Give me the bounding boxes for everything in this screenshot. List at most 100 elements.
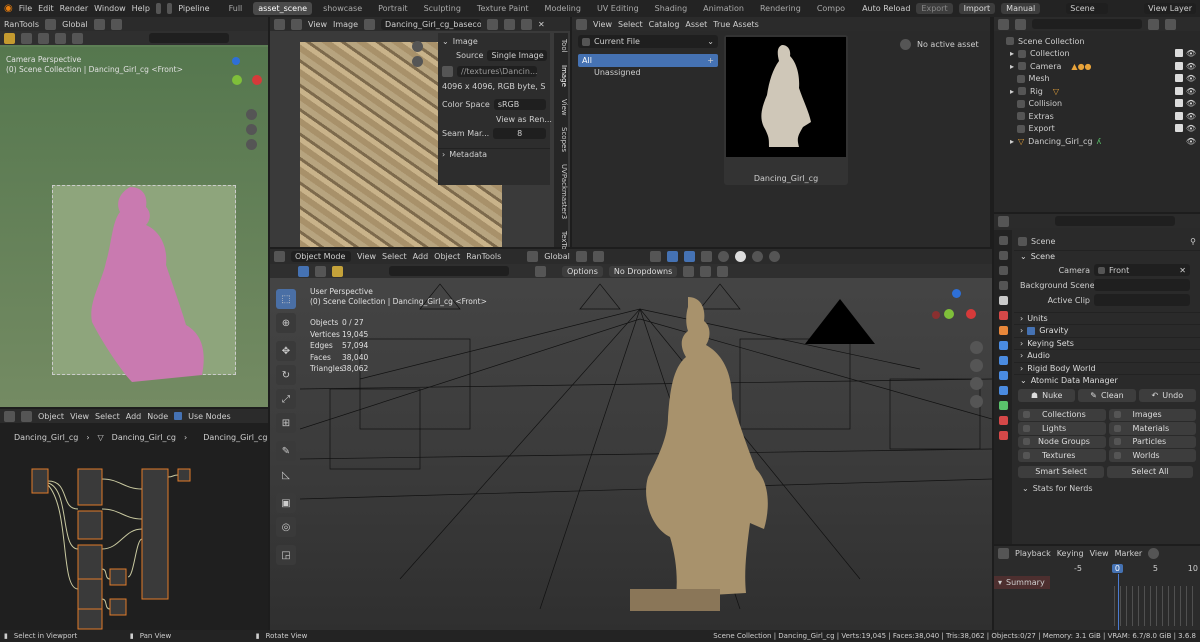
menu-view[interactable]: View [357,252,376,261]
rotate-tool-icon[interactable]: ↻ [276,365,296,385]
view-layer-selector[interactable]: View Layer [1144,3,1197,14]
shield-icon[interactable] [487,18,499,30]
menu-node[interactable]: Node [147,412,168,421]
scene-section[interactable]: ⌄ Scene [1014,250,1200,263]
export-button[interactable]: Export [916,3,953,14]
menu-true-assets[interactable]: True Assets [713,20,759,29]
visibility-eye-icon[interactable]: 👁 [1186,124,1196,133]
menu-catalog[interactable]: Catalog [649,20,680,29]
collections-button[interactable]: Collections [1018,408,1106,421]
shading-material-icon[interactable] [72,32,83,44]
stats-for-nerds-section[interactable]: ⌄ Stats for Nerds [1014,482,1200,495]
menu-marker[interactable]: Marker [1115,549,1143,558]
proportional-icon[interactable] [592,251,604,262]
pan-hand-icon[interactable] [970,359,983,372]
pivot-icon[interactable] [93,18,105,30]
outliner-item[interactable]: Extras 👁 [994,110,1200,123]
orientation-dropdown[interactable]: Global [62,20,88,29]
image-path-field[interactable]: //textures\Dancin... [457,66,537,78]
record-icon[interactable] [1148,547,1160,559]
menu-view[interactable]: View [593,20,612,29]
materials-button[interactable]: Materials [1108,422,1196,435]
use-nodes-label[interactable]: Use Nodes [188,412,231,421]
object-tab-icon[interactable] [998,326,1008,335]
outliner-item[interactable]: ▸ ▽ Dancing_Girl_cg ʎ 👁 [994,135,1200,148]
use-nodes-checkbox[interactable] [174,412,183,420]
camera-field[interactable]: Front ✕ [1094,264,1190,276]
tab-shading[interactable]: Shading [650,2,693,15]
tab-showcase[interactable]: showcase [318,2,367,15]
rantools-label[interactable]: RanTools [4,20,39,29]
viewport-search-input[interactable] [389,266,509,276]
pan-hand-icon[interactable] [412,56,423,67]
transform-icon[interactable] [527,251,539,262]
side-tab-scopes[interactable]: Scopes [554,127,568,152]
overlay-icon[interactable] [683,251,695,262]
select-box-icon[interactable] [4,32,15,44]
atomic-data-manager-section[interactable]: ⌄ Atomic Data Manager [1014,374,1200,387]
object-mode-dropdown[interactable]: Object Mode [291,251,351,262]
axis-x-icon[interactable] [252,75,262,85]
properties-search-input[interactable] [1055,216,1175,226]
spin-tool-icon[interactable]: ◎ [276,517,296,537]
shading-rendered-icon[interactable] [768,251,780,262]
scene-tab-icon[interactable] [998,296,1008,305]
visibility-eye-icon[interactable]: 👁 [1186,74,1196,83]
units-section[interactable]: › Units [1014,311,1200,325]
axis-z-icon[interactable] [952,289,961,298]
textures-button[interactable]: Textures [1018,449,1106,462]
outliner-item[interactable]: Export 👁 [994,123,1200,136]
include-checkbox[interactable] [1174,111,1183,120]
menu-select[interactable]: Select [95,412,120,421]
output-tab-icon[interactable] [998,266,1008,275]
tab-modeling[interactable]: Modeling [540,2,586,15]
rigid-body-world-section[interactable]: › Rigid Body World [1014,361,1200,375]
node-graph[interactable] [0,449,268,630]
visibility-icon[interactable] [649,251,661,262]
add-catalog-icon[interactable]: + [707,56,714,65]
visibility-eye-icon[interactable]: 👁 [1186,62,1196,71]
blender-logo-icon[interactable]: ◉ [4,3,13,14]
axis-y-icon[interactable] [232,75,242,85]
grid-view-icon[interactable] [970,395,983,408]
render-color-icon[interactable] [332,265,343,277]
tab-uv-editing[interactable]: UV Editing [592,2,644,15]
visibility-eye-icon[interactable]: 👁 [1186,137,1196,146]
camera-viewport[interactable]: RanTools Global Camera Perspective (0) S… [0,17,268,407]
active-clip-field[interactable] [1094,294,1190,306]
filter-icon[interactable] [535,265,546,277]
axis-z-icon[interactable] [232,57,240,65]
shading-solid-icon[interactable] [55,32,66,44]
side-tab-tool[interactable]: Tool [554,39,568,53]
world-tab-icon[interactable] [998,311,1008,320]
outliner-item[interactable]: ▸ Camera ▲●● 👁 [994,60,1200,73]
annotate-tool-icon[interactable]: ✎ [276,441,296,461]
menu-select[interactable]: Select [382,252,407,261]
camera-icon[interactable] [700,265,712,277]
catalog-all[interactable]: All + [578,54,718,67]
shading-material-icon[interactable] [751,251,763,262]
menu-view[interactable]: View [1090,549,1109,558]
editor-type-icon[interactable] [998,215,1009,227]
select-all-button[interactable]: Select All [1107,465,1193,478]
menu-playback[interactable]: Playback [1015,549,1051,558]
gravity-checkbox[interactable] [1027,326,1036,335]
transform-icon[interactable] [45,18,57,30]
move-tool-icon[interactable]: ✥ [276,341,296,361]
metadata-section[interactable]: Metadata [449,150,487,159]
manual-button[interactable]: Manual [1001,3,1041,14]
tool-tab-icon[interactable] [998,236,1008,245]
render-tab-icon[interactable] [998,251,1008,260]
clean-button[interactable]: ✎ Clean [1078,389,1136,402]
mode-icon[interactable] [291,18,302,30]
include-checkbox[interactable] [1174,124,1183,133]
editor-type-icon[interactable] [274,18,285,30]
auto-reload-button[interactable]: Auto Reload [862,4,910,13]
nuke-button[interactable]: ☗ Nuke [1018,389,1076,402]
background-scene-field[interactable] [1094,279,1190,291]
editor-type-icon[interactable] [4,410,15,422]
folder-icon[interactable] [521,18,533,30]
audio-section[interactable]: › Audio [1014,349,1200,362]
visibility-icon[interactable] [21,32,32,44]
visibility-eye-icon[interactable]: 👁 [1186,49,1196,58]
